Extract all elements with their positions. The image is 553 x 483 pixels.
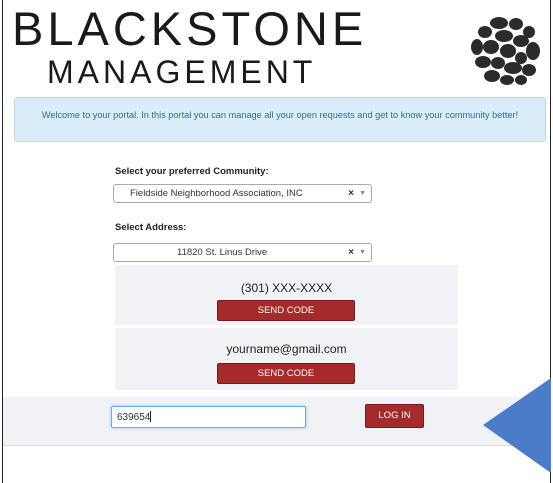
verification-code-input[interactable]: 639654	[111, 406, 306, 428]
login-button[interactable]: LOG IN	[365, 404, 424, 428]
email-address: yourname@gmail.com	[226, 342, 347, 356]
address-selected-value: 11820 St. Linus Drive	[177, 247, 268, 258]
address-label: Select Address:	[115, 222, 187, 233]
address-select[interactable]: 11820 St. Linus Drive × ▼	[113, 243, 372, 262]
brand-name: BLACKSTONE	[12, 2, 368, 55]
clear-address-icon[interactable]: ×	[348, 244, 354, 261]
send-code-email-button[interactable]: SEND CODE	[217, 363, 355, 384]
community-selected-value: Fieldside Neighborhood Association, INC	[130, 188, 303, 199]
community-label: Select your preferred Community:	[115, 166, 269, 177]
verification-code-value: 639654	[117, 412, 151, 423]
clear-community-icon[interactable]: ×	[348, 185, 354, 202]
email-panel: yourname@gmail.com SEND CODE	[115, 328, 458, 390]
welcome-banner: Welcome to your portal. In this portal y…	[14, 97, 546, 142]
phone-number: (301) XXX-XXXX	[240, 281, 333, 295]
chevron-down-icon[interactable]: ▼	[359, 244, 366, 261]
community-select[interactable]: Fieldside Neighborhood Association, INC …	[113, 184, 372, 203]
divider	[3, 445, 550, 446]
text-caret	[150, 411, 152, 422]
phone-panel: (301) XXX-XXXX SEND CODE	[115, 265, 458, 325]
arrow-pointer-icon	[483, 378, 551, 473]
chevron-down-icon[interactable]: ▼	[359, 185, 366, 202]
stones-logo-icon	[470, 15, 542, 87]
send-code-phone-button[interactable]: SEND CODE	[217, 300, 355, 321]
brand-subtitle: MANAGEMENT	[47, 54, 317, 90]
